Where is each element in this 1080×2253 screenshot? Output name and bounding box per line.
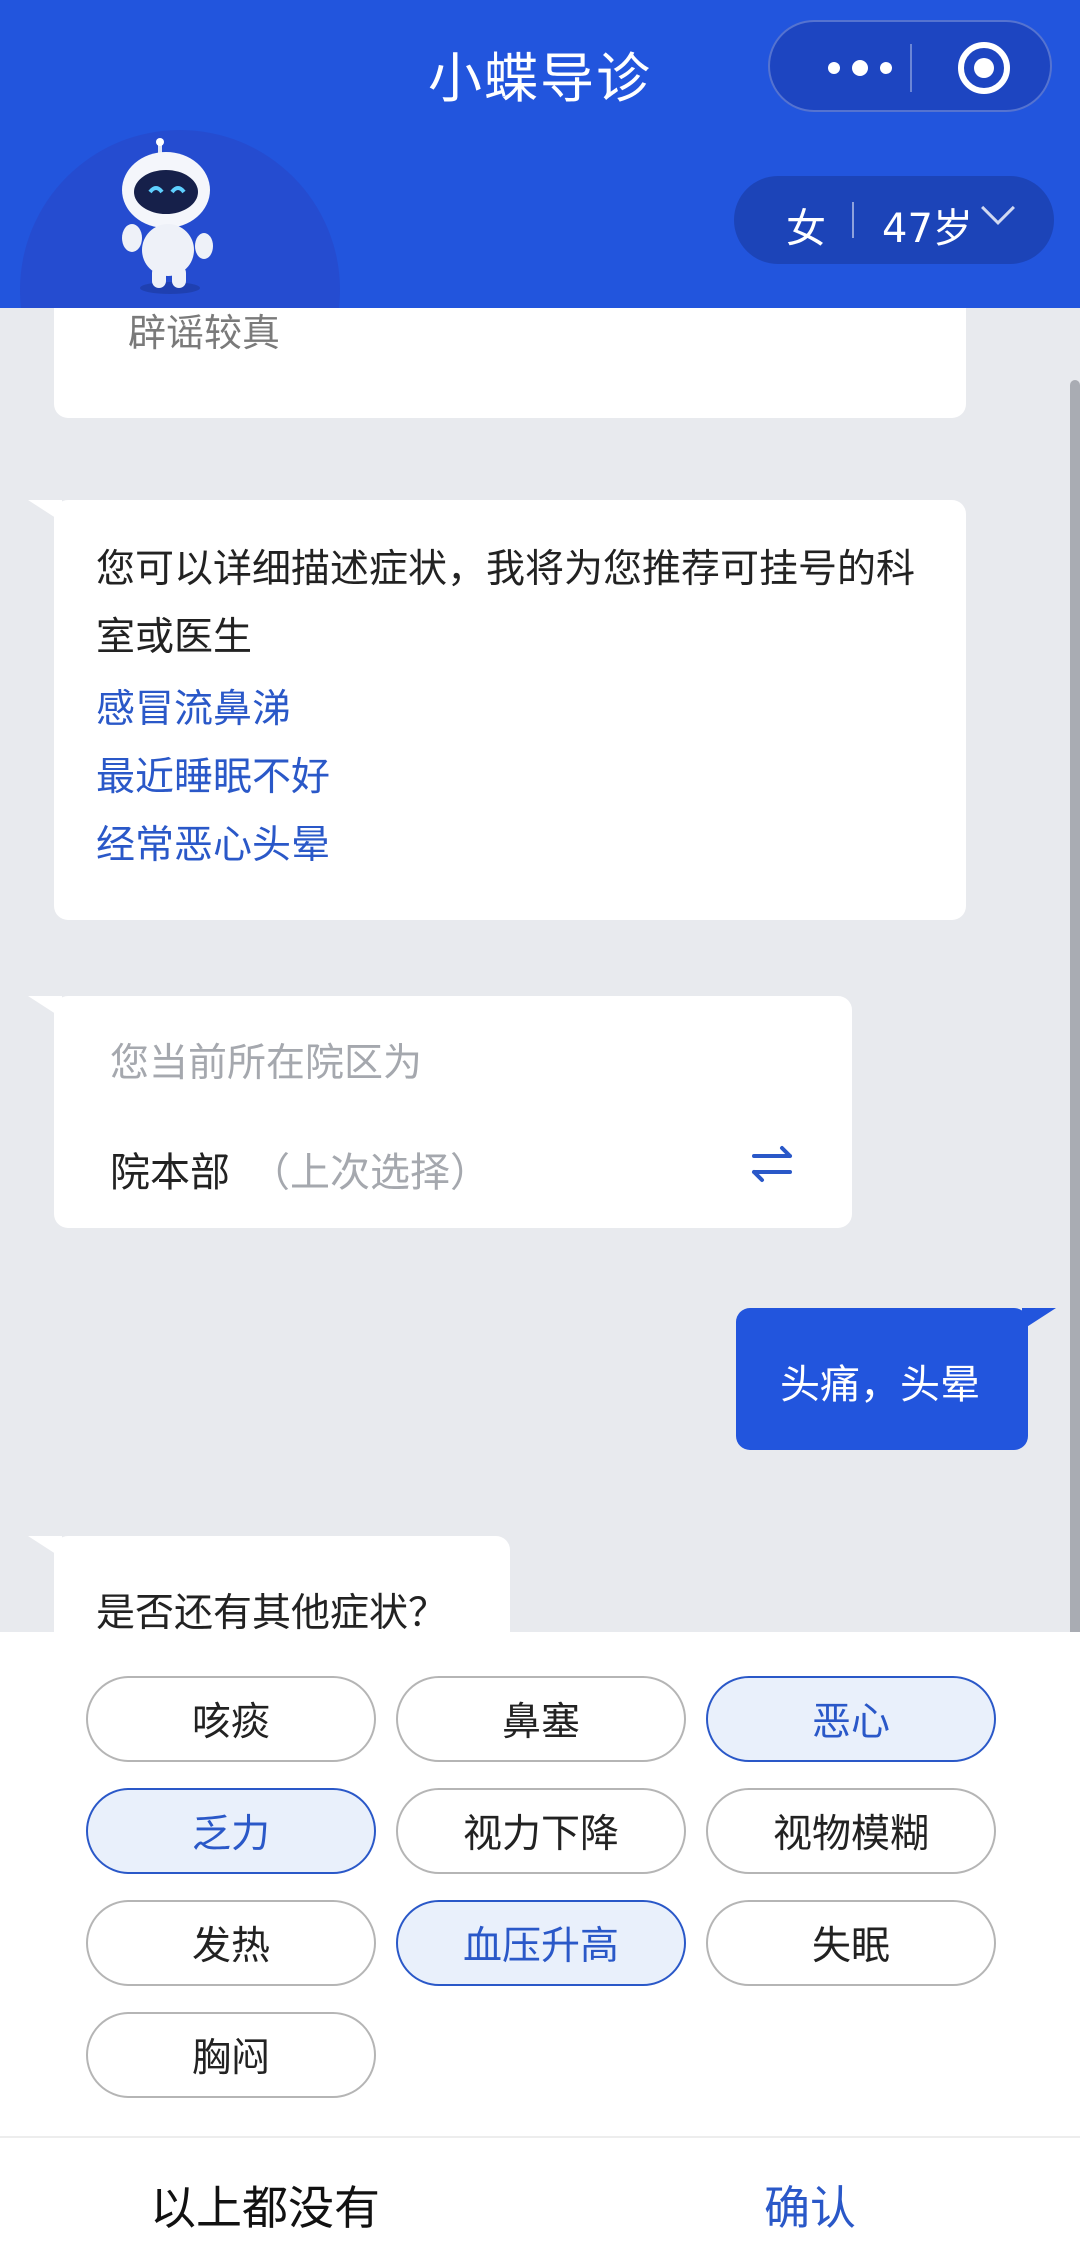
user-message-bubble: 头痛，头晕 xyxy=(736,1308,1056,1450)
header: 小蝶导诊 女 47岁 xyxy=(0,0,1080,308)
symptom-chip[interactable]: 乏力 xyxy=(86,1788,376,1874)
capsule-divider xyxy=(910,44,912,92)
chevron-down-icon xyxy=(981,191,1015,225)
profile-gender: 女 xyxy=(786,206,826,252)
confirm-button[interactable]: 确认 xyxy=(764,2172,856,2238)
symptom-chip[interactable]: 咳痰 xyxy=(86,1676,376,1762)
campus-note: （上次选择） xyxy=(250,1150,490,1196)
symptom-chip[interactable]: 失眠 xyxy=(706,1900,996,1986)
profile-age: 47岁 xyxy=(882,206,973,252)
more-dots-icon[interactable] xyxy=(810,52,910,84)
bot-message-bubble: 您可以详细描述症状，我将为您推荐可挂号的科室或医生 感冒流鼻涕 最近睡眠不好 经… xyxy=(28,500,966,920)
symptom-chip[interactable]: 胸闷 xyxy=(86,2012,376,2098)
campus-caption: 您当前所在院区为 xyxy=(110,1041,423,1086)
mini-program-capsule xyxy=(768,20,1052,112)
profile-divider xyxy=(852,202,854,238)
symptom-picker-panel: 咳痰 鼻塞 恶心 乏力 视力下降 视物模糊 发热 血压升高 失眠 胸闷 以上都没… xyxy=(0,1632,1080,2253)
user-message-text: 头痛，头晕 xyxy=(780,1362,980,1408)
bot-message-bubble: 是否还有其他症状？ xyxy=(28,1536,510,1632)
symptom-chip[interactable]: 视力下降 xyxy=(396,1788,686,1874)
campus-name: 院本部 xyxy=(110,1150,230,1196)
bot-message-text: 您可以详细描述症状，我将为您推荐可挂号的科室或医生 xyxy=(96,547,916,660)
suggestion-link[interactable]: 最近睡眠不好 xyxy=(96,746,330,802)
footer-divider xyxy=(0,2136,1080,2138)
target-circle-icon[interactable] xyxy=(958,42,1010,94)
page: 小蝶导诊 女 47岁 辟谣较真 您可以详细描述症状，我将为您推荐可挂号的科室或医… xyxy=(0,0,1080,2253)
suggestion-link[interactable]: 感冒流鼻涕 xyxy=(96,678,291,734)
symptom-chip[interactable]: 鼻塞 xyxy=(396,1676,686,1762)
chat-scrollbar[interactable] xyxy=(1070,380,1080,1632)
symptom-chip[interactable]: 发热 xyxy=(86,1900,376,1986)
bot-message-text: 辟谣较真 xyxy=(128,311,281,355)
robot-mascot-icon xyxy=(122,138,213,294)
bot-message-bubble: 辟谣较真 xyxy=(54,308,966,418)
none-of-above-button[interactable]: 以上都没有 xyxy=(150,2172,380,2238)
bot-message-text: 是否还有其他症状？ xyxy=(96,1591,448,1632)
symptom-chip[interactable]: 血压升高 xyxy=(396,1900,686,1986)
swap-arrows-icon[interactable] xyxy=(748,1144,796,1184)
chat-area[interactable]: 辟谣较真 您可以详细描述症状，我将为您推荐可挂号的科室或医生 感冒流鼻涕 最近睡… xyxy=(0,308,1080,1632)
campus-card: 您当前所在院区为 院本部 （上次选择） xyxy=(28,996,852,1228)
suggestion-link[interactable]: 经常恶心头晕 xyxy=(96,814,330,870)
patient-profile-selector[interactable]: 女 47岁 xyxy=(734,176,1054,264)
symptom-chip[interactable]: 视物模糊 xyxy=(706,1788,996,1874)
symptom-chip[interactable]: 恶心 xyxy=(706,1676,996,1762)
